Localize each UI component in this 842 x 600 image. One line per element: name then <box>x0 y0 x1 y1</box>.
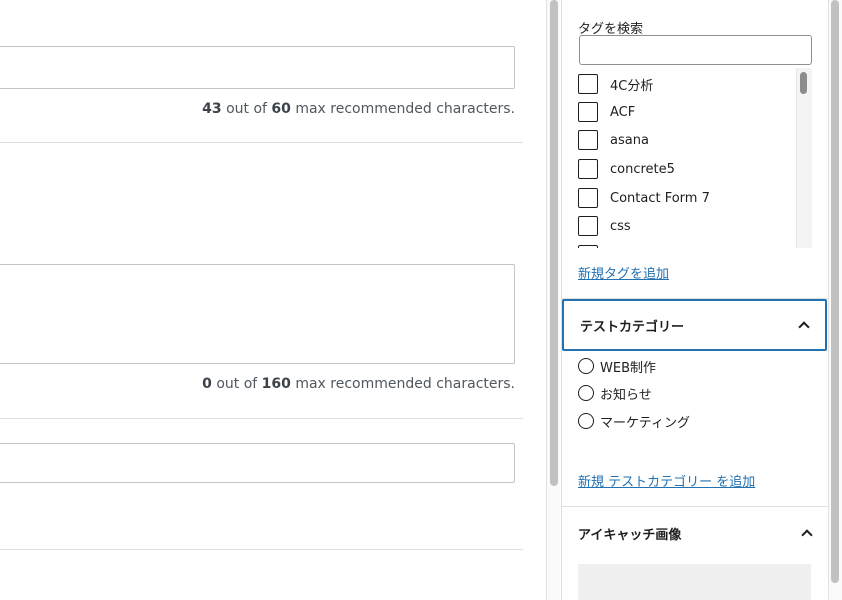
meta-description-char-count: 0 out of 160 max recommended characters. <box>202 376 515 392</box>
add-new-tag-link[interactable]: 新規タグを追加 <box>578 263 669 282</box>
tag-item-partial[interactable] <box>578 244 788 248</box>
tag-item[interactable]: concrete5 <box>578 158 788 180</box>
main-scrollbar-thumb[interactable] <box>550 0 558 486</box>
tag-item[interactable]: asana <box>578 129 788 151</box>
tag-list-scrollbar[interactable] <box>796 68 812 248</box>
tag-checkbox-list[interactable]: 4C分析 ACF asana concrete5 Contact Form 7 … <box>578 68 812 248</box>
tag-item[interactable]: 4C分析 <box>578 73 788 95</box>
tag-item[interactable]: css <box>578 215 788 237</box>
tag-checkbox[interactable] <box>578 74 598 94</box>
seo-title-count-suffix: max recommended characters. <box>290 101 515 117</box>
category-radio[interactable] <box>578 413 594 429</box>
seo-title-input[interactable] <box>0 46 515 89</box>
set-featured-image-button[interactable] <box>578 564 811 600</box>
tag-label: ACF <box>610 104 636 120</box>
test-category-panel-title: テストカテゴリー <box>580 319 685 335</box>
tag-label: css <box>610 218 631 234</box>
meta-description-textarea[interactable] <box>0 264 515 364</box>
keyword-input[interactable] <box>0 443 515 483</box>
tag-label: 4C分析 <box>610 78 654 94</box>
category-option[interactable]: お知らせ <box>578 383 652 403</box>
tag-label: asana <box>610 132 649 148</box>
test-category-panel-toggle[interactable]: テストカテゴリー <box>562 299 827 351</box>
chevron-up-icon <box>799 320 809 330</box>
category-radio[interactable] <box>578 358 594 374</box>
tag-checkbox[interactable] <box>578 130 598 150</box>
tag-label: concrete5 <box>610 161 675 177</box>
main-editor-area: 43 out of 60 max recommended characters.… <box>0 0 548 600</box>
add-new-test-category-link[interactable]: 新規 テストカテゴリー を追加 <box>578 471 755 490</box>
tag-search-input[interactable] <box>579 35 812 65</box>
category-label: WEB制作 <box>600 360 656 376</box>
meta-description-max-count: 160 <box>261 376 291 392</box>
tag-checkbox[interactable] <box>578 188 598 208</box>
tag-checkbox[interactable] <box>578 159 598 179</box>
category-radio[interactable] <box>578 385 594 401</box>
meta-description-count-suffix: max recommended characters. <box>290 376 515 392</box>
seo-title-max-count: 60 <box>271 101 291 117</box>
chevron-up-icon <box>802 528 812 538</box>
sidebar-scrollbar-thumb[interactable] <box>831 0 839 583</box>
section-divider <box>0 418 523 419</box>
meta-description-current-count: 0 <box>202 376 212 392</box>
section-divider <box>0 549 523 550</box>
tag-checkbox[interactable] <box>578 216 598 236</box>
featured-image-panel-title: アイキャッチ画像 <box>578 527 682 543</box>
seo-title-char-count: 43 out of 60 max recommended characters. <box>202 101 515 117</box>
category-option[interactable]: WEB制作 <box>578 356 656 376</box>
category-label: お知らせ <box>600 387 652 403</box>
category-label: マーケティング <box>600 415 690 431</box>
tag-checkbox[interactable] <box>578 245 598 248</box>
featured-image-panel-toggle[interactable]: アイキャッチ画像 <box>562 507 828 559</box>
category-option[interactable]: マーケティング <box>578 411 690 431</box>
tag-label: Contact Form 7 <box>610 190 710 206</box>
seo-title-count-out-of: out of <box>221 101 272 117</box>
tag-list-scrollbar-thumb[interactable] <box>800 72 807 94</box>
section-divider <box>0 142 523 143</box>
meta-description-count-out-of: out of <box>211 376 262 392</box>
tag-item[interactable]: ACF <box>578 101 788 123</box>
tag-item[interactable]: Contact Form 7 <box>578 187 788 209</box>
seo-title-current-count: 43 <box>202 101 222 117</box>
tag-checkbox[interactable] <box>578 102 598 122</box>
